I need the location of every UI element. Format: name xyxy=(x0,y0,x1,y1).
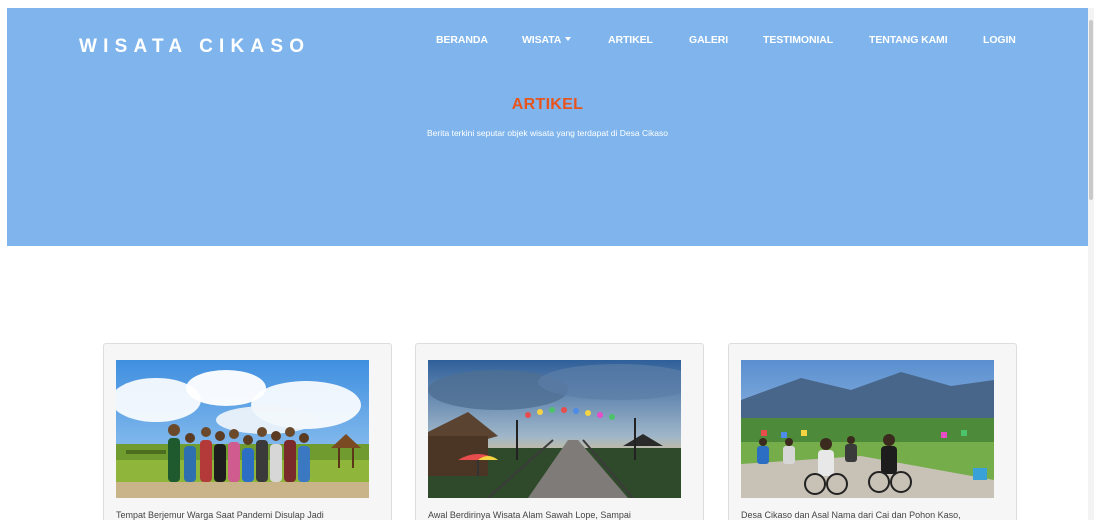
article-image[interactable] xyxy=(741,360,994,498)
main-nav: BERANDA WISATA ARTIKEL GALERI TESTIMONIA… xyxy=(7,34,1088,48)
nav-wisata-label: WISATA xyxy=(522,34,562,46)
page-title: ARTIKEL xyxy=(511,96,584,113)
nav-wisata[interactable]: WISATA xyxy=(522,34,572,46)
hero-header: WISATA CIKASO BERANDA WISATA ARTIKEL GAL… xyxy=(7,8,1088,246)
scrollbar-thumb[interactable] xyxy=(1089,20,1093,200)
page-subtitle: Berita terkini seputar objek wisata yang… xyxy=(427,128,668,138)
nav-galeri[interactable]: GALERI xyxy=(689,34,728,46)
chevron-down-icon xyxy=(565,37,572,42)
article-card[interactable]: Tempat Berjemur Warga Saat Pandemi Disul… xyxy=(103,343,392,520)
article-title[interactable]: Desa Cikaso dan Asal Nama dari Cai dan P… xyxy=(741,510,1003,520)
article-image[interactable] xyxy=(116,360,369,498)
article-card[interactable]: Awal Berdirinya Wisata Alam Sawah Lope, … xyxy=(415,343,704,520)
article-image[interactable] xyxy=(428,360,681,498)
article-card[interactable]: Desa Cikaso dan Asal Nama dari Cai dan P… xyxy=(728,343,1017,520)
nav-testimonial[interactable]: TESTIMONIAL xyxy=(763,34,833,46)
article-title[interactable]: Awal Berdirinya Wisata Alam Sawah Lope, … xyxy=(428,510,690,520)
nav-beranda[interactable]: BERANDA xyxy=(436,34,488,46)
nav-login[interactable]: LOGIN xyxy=(983,34,1016,46)
article-title[interactable]: Tempat Berjemur Warga Saat Pandemi Disul… xyxy=(116,510,378,520)
nav-artikel[interactable]: ARTIKEL xyxy=(608,34,653,46)
page: WISATA CIKASO BERANDA WISATA ARTIKEL GAL… xyxy=(0,0,1094,520)
nav-tentang-kami[interactable]: TENTANG KAMI xyxy=(869,34,948,46)
